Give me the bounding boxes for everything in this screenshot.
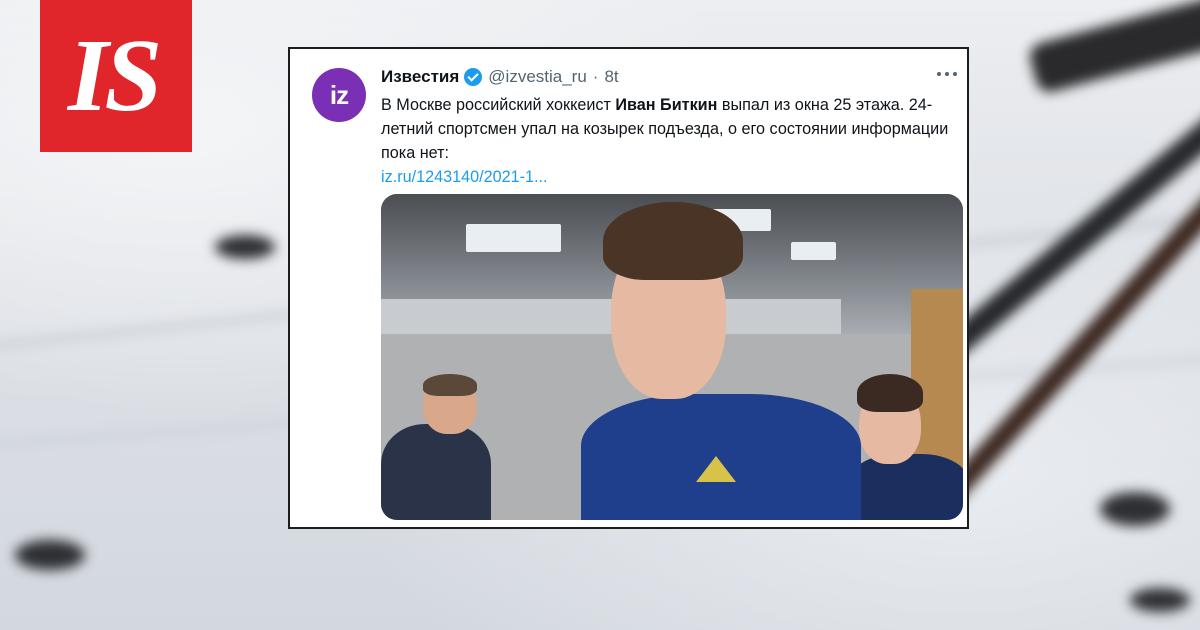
tweet-photo[interactable] (381, 194, 963, 520)
tweet-text: В Москве российский хоккеист Иван Биткин… (381, 93, 956, 189)
display-name[interactable]: Известия (381, 67, 459, 87)
tweet-link[interactable]: iz.ru/1243140/2021-1... (381, 168, 548, 186)
tweet-time[interactable]: 8t (604, 67, 618, 87)
separator-dot: · (592, 67, 599, 86)
verified-badge-icon (464, 68, 483, 86)
tweet-text-start: В Москве российский хоккеист (381, 96, 616, 114)
embedded-tweet: iz Известия @izvestia_ru · 8t В Москве р… (288, 47, 969, 529)
tweet-text-bold: Иван Биткин (615, 96, 718, 114)
more-options-icon[interactable] (937, 67, 957, 81)
is-logo: IS (40, 0, 192, 152)
tweet-header: Известия @izvestia_ru · 8t (381, 66, 619, 88)
logo-text: IS (67, 18, 162, 133)
user-handle[interactable]: @izvestia_ru (488, 67, 587, 87)
avatar[interactable]: iz (312, 68, 366, 122)
avatar-text: iz (329, 79, 349, 110)
